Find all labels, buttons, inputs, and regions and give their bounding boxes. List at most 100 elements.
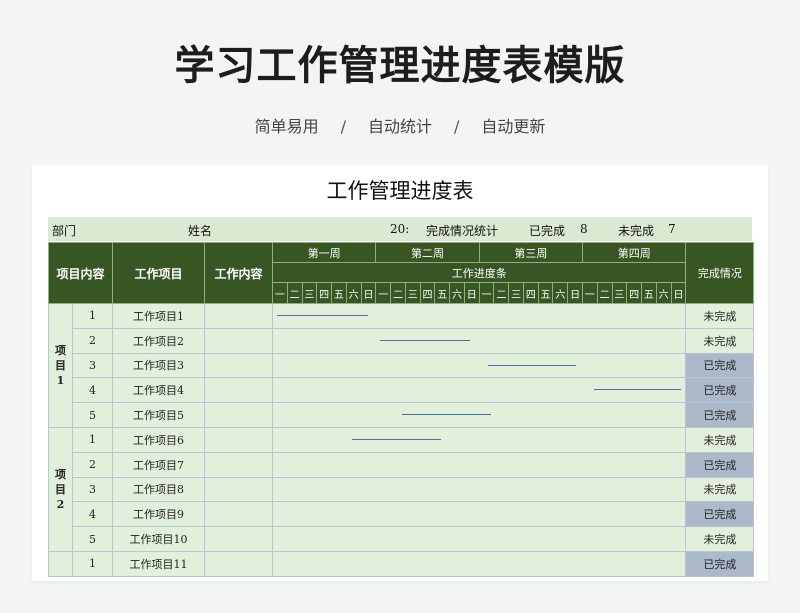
work-content-cell[interactable] [204, 526, 274, 552]
undone-count: 7 [668, 222, 676, 236]
tag-separator: / [340, 117, 346, 136]
progress-bar-line [277, 315, 369, 316]
work-content-cell[interactable] [204, 451, 274, 478]
status-cell: 已完成 [685, 550, 755, 577]
work-item-cell[interactable]: 工作项目1 [112, 303, 206, 329]
status-cell: 未完成 [685, 426, 755, 453]
work-item-cell[interactable]: 工作项目2 [112, 327, 206, 354]
gantt-cell [272, 426, 687, 453]
table-row: 5 工作项目10 未完成 [49, 526, 755, 552]
status-cell: 已完成 [685, 352, 755, 379]
work-item-cell[interactable]: 工作项目6 [112, 426, 206, 453]
spreadsheet-preview: 工作管理进度表 部门 姓名 20: 完成情况统计 已完成 8 未完成 7 项目内… [32, 165, 768, 581]
header-day: 五 [331, 282, 347, 304]
row-number: 4 [71, 377, 114, 404]
header-day: 日 [670, 282, 687, 304]
work-content-cell[interactable] [204, 550, 274, 577]
status-cell: 已完成 [685, 402, 755, 428]
header-day: 一 [478, 282, 495, 304]
row-number: 3 [71, 476, 114, 503]
work-item-cell[interactable]: 工作项目7 [112, 451, 206, 478]
header-week-1: 第一周 [272, 242, 377, 263]
header-day: 五 [641, 282, 657, 304]
work-item-cell[interactable]: 工作项目4 [112, 377, 206, 404]
work-item-cell[interactable]: 工作项目3 [112, 352, 206, 379]
gantt-cell [272, 303, 687, 329]
work-content-cell[interactable] [204, 426, 274, 453]
name-label: 姓名 [188, 224, 213, 238]
work-content-cell[interactable] [204, 377, 274, 404]
row-number: 4 [71, 501, 114, 528]
header-day: 四 [626, 282, 643, 304]
table-row: 2 工作项目7 已完成 [49, 451, 755, 478]
header-day: 三 [508, 282, 524, 304]
table-row: 2 工作项目2 未完成 [49, 327, 755, 354]
stats-label: 完成情况统计 [426, 224, 499, 238]
dept-label: 部门 [52, 224, 77, 238]
project-group-label [48, 550, 73, 577]
work-content-cell[interactable] [204, 352, 274, 379]
sheet-title: 工作管理进度表 [326, 179, 474, 203]
work-content-cell[interactable] [204, 303, 274, 329]
done-count: 8 [580, 222, 588, 236]
row-number: 2 [71, 327, 114, 354]
header-day: 二 [390, 282, 406, 304]
header-week-2: 第二周 [375, 242, 480, 263]
header-day: 二 [493, 282, 510, 304]
row-number: 1 [71, 303, 114, 329]
header-status: 完成情况 [685, 242, 755, 304]
progress-bar-line [487, 364, 577, 366]
work-item-cell[interactable]: 工作项目5 [112, 402, 206, 428]
row-number: 2 [71, 451, 114, 478]
table-row: 4 工作项目4 已完成 [49, 377, 755, 404]
progress-bar-line [402, 414, 491, 416]
done-label: 已完成 [529, 224, 566, 238]
work-item-cell[interactable]: 工作项目10 [112, 526, 206, 552]
work-content-cell[interactable] [204, 501, 274, 528]
status-cell: 已完成 [685, 501, 755, 528]
status-cell: 未完成 [685, 526, 755, 552]
status-cell: 未完成 [685, 327, 755, 354]
table-row: 3 工作项目3 已完成 [49, 352, 755, 379]
row-number: 3 [71, 352, 114, 379]
feature-tag: 简单易用 [254, 117, 319, 136]
table-row: 1 工作项目11 已完成 [48, 550, 755, 577]
header-week-3: 第三周 [478, 242, 584, 263]
progress-bar-line [380, 339, 471, 341]
undone-label: 未完成 [618, 224, 655, 238]
table-row: 3 工作项目8 未完成 [49, 476, 755, 503]
status-cell: 已完成 [685, 377, 755, 404]
header-day: 四 [419, 282, 436, 304]
table-row: 4 工作项目9 已完成 [49, 501, 755, 528]
header-work-item: 工作项目 [112, 242, 206, 304]
header-progress-bar: 工作进度条 [272, 262, 687, 283]
header-week-4: 第四周 [582, 242, 687, 263]
header-day: 日 [567, 282, 584, 304]
work-item-cell[interactable]: 工作项目11 [112, 550, 206, 577]
work-content-cell[interactable] [204, 327, 274, 354]
row-number: 1 [71, 550, 114, 577]
tag-separator: / [454, 117, 460, 136]
header-day: 二 [596, 282, 613, 304]
progress-bar-line [594, 389, 682, 391]
year-cell: 20: [390, 222, 410, 236]
gantt-cell [272, 352, 687, 379]
work-item-cell[interactable]: 工作项目9 [112, 501, 206, 528]
row-number: 5 [71, 402, 114, 428]
row-number: 1 [71, 426, 114, 453]
project-group-label: 项目2 [48, 426, 73, 552]
work-content-cell[interactable] [204, 476, 274, 503]
header-day: 三 [404, 282, 421, 304]
gantt-cell [272, 377, 687, 404]
header-day: 六 [449, 282, 465, 304]
status-cell: 未完成 [685, 476, 755, 503]
header-day: 日 [360, 282, 377, 304]
work-content-cell[interactable] [204, 402, 274, 428]
status-cell: 已完成 [685, 451, 755, 478]
header-day: 三 [611, 282, 628, 304]
work-item-cell[interactable]: 工作项目8 [112, 476, 206, 503]
header-day: 二 [286, 282, 303, 304]
gantt-cell [272, 402, 687, 428]
gantt-cell [272, 501, 687, 528]
gantt-cell [272, 526, 687, 552]
